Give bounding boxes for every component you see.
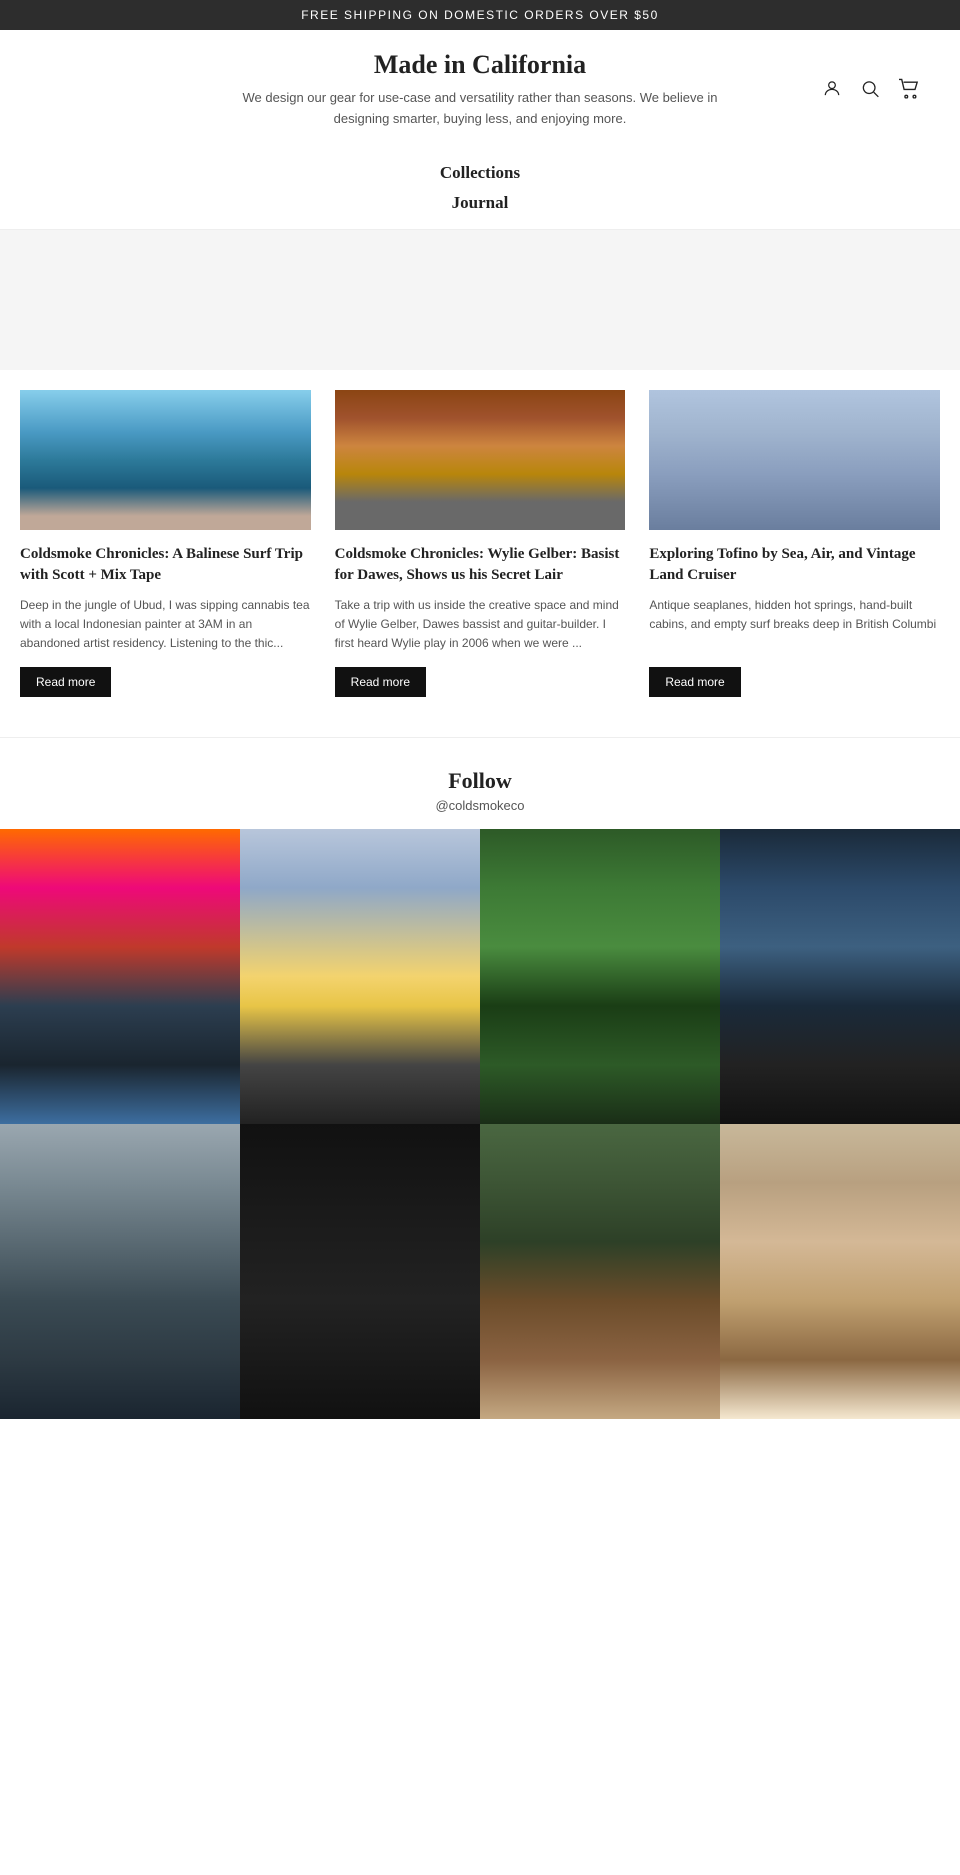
- blog-card-3: Exploring Tofino by Sea, Air, and Vintag…: [649, 390, 940, 698]
- nav-journal[interactable]: Journal: [0, 188, 960, 219]
- instagram-grid: [0, 829, 960, 1419]
- read-more-button-3[interactable]: Read more: [649, 667, 740, 697]
- follow-section: Follow @coldsmokeco: [0, 737, 960, 1419]
- nav-collections[interactable]: Collections: [0, 158, 960, 189]
- blog-section: Coldsmoke Chronicles: A Balinese Surf Tr…: [0, 370, 960, 738]
- instagram-cell-1[interactable]: [0, 829, 240, 1124]
- instagram-cell-3[interactable]: [480, 829, 720, 1124]
- blog-title-1: Coldsmoke Chronicles: A Balinese Surf Tr…: [20, 544, 311, 586]
- brand-name: Made in California: [40, 50, 920, 80]
- instagram-cell-8[interactable]: [720, 1124, 960, 1419]
- blog-card-1: Coldsmoke Chronicles: A Balinese Surf Tr…: [20, 390, 311, 698]
- blog-card-2: Coldsmoke Chronicles: Wylie Gelber: Basi…: [335, 390, 626, 698]
- brand-tagline: We design our gear for use-case and vers…: [230, 88, 730, 130]
- blog-image-2: [335, 390, 626, 530]
- account-icon[interactable]: [822, 78, 842, 103]
- blog-excerpt-3: Antique seaplanes, hidden hot springs, h…: [649, 596, 940, 654]
- main-nav: Collections Journal: [0, 152, 960, 230]
- follow-handle[interactable]: @coldsmokeco: [0, 798, 960, 813]
- blog-title-2: Coldsmoke Chronicles: Wylie Gelber: Basi…: [335, 544, 626, 586]
- instagram-cell-4[interactable]: [720, 829, 960, 1124]
- instagram-cell-6[interactable]: [240, 1124, 480, 1419]
- search-icon[interactable]: [860, 78, 880, 103]
- blog-title-3: Exploring Tofino by Sea, Air, and Vintag…: [649, 544, 940, 586]
- blog-image-1: [20, 390, 311, 530]
- read-more-button-2[interactable]: Read more: [335, 667, 426, 697]
- blog-excerpt-2: Take a trip with us inside the creative …: [335, 596, 626, 654]
- follow-title: Follow: [0, 768, 960, 794]
- blog-image-3: [649, 390, 940, 530]
- journal-hero: [0, 230, 960, 370]
- blog-excerpt-1: Deep in the jungle of Ubud, I was sippin…: [20, 596, 311, 654]
- announcement-text: FREE SHIPPING ON DOMESTIC ORDERS OVER $5…: [301, 8, 659, 22]
- header: Made in California We design our gear fo…: [0, 30, 960, 152]
- instagram-cell-7[interactable]: [480, 1124, 720, 1419]
- read-more-button-1[interactable]: Read more: [20, 667, 111, 697]
- cart-icon[interactable]: [898, 78, 920, 103]
- instagram-cell-5[interactable]: [0, 1124, 240, 1419]
- header-icons: [822, 78, 920, 103]
- instagram-cell-2[interactable]: [240, 829, 480, 1124]
- blog-grid: Coldsmoke Chronicles: A Balinese Surf Tr…: [20, 390, 940, 698]
- announcement-bar: FREE SHIPPING ON DOMESTIC ORDERS OVER $5…: [0, 0, 960, 30]
